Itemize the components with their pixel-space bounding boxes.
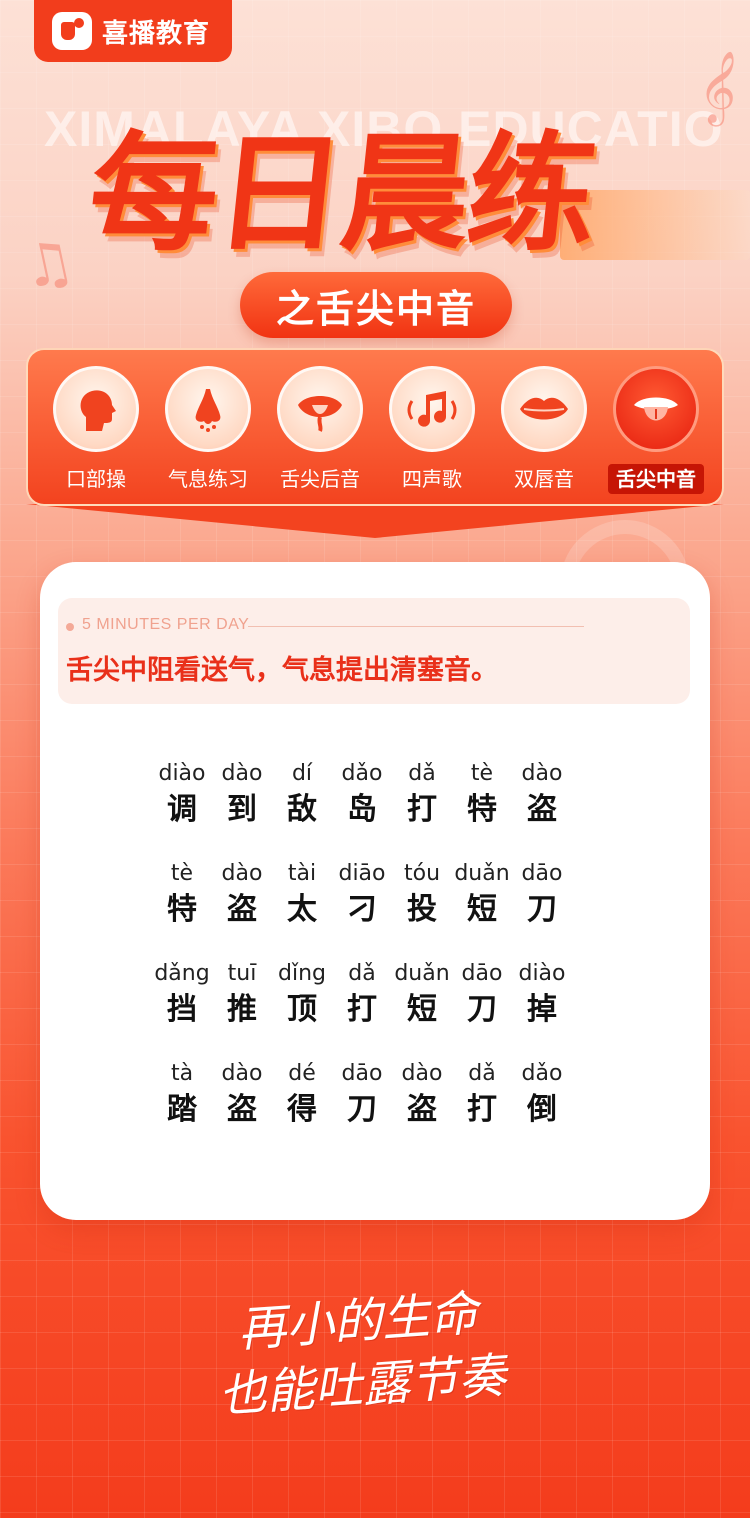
category-label: 气息练习 [168,467,248,491]
brand-logo[interactable]: 喜播教育 [34,0,232,62]
practice-card: 5 MINUTES PER DAY 舌尖中阻看送气，气息提出清塞音。 diào 调… [40,562,710,1220]
category-item[interactable]: 舌尖后音 [265,366,375,494]
category-item[interactable]: 口部操 [41,366,151,494]
word-item: dào 盗 [502,758,582,830]
tip-english: 5 MINUTES PER DAY [82,616,250,633]
hanzi: 掉 [527,992,557,1027]
tip-chinese: 舌尖中阻看送气，气息提出清塞音。 [66,655,498,686]
pinyin: diào [518,961,566,986]
brand-mark-icon [52,12,92,50]
head-profile-icon [53,366,139,452]
hero-subtitle: 之舌尖中音 [240,272,512,338]
category-label: 四声歌 [402,467,462,491]
category-label: 舌尖中音 [608,464,704,494]
nose-icon [165,366,251,452]
music-clef-icon: 𝄞 [693,47,744,127]
slogan: 再小的生命 也能吐露节奏 [212,1276,560,1427]
category-list: 口部操 气息练习 舌尖后音 四声歌 双唇音 舌尖中音 [26,366,724,496]
category-item[interactable]: 四声歌 [377,366,487,494]
category-item-active[interactable]: 舌尖中音 [601,366,711,494]
tip-box: 5 MINUTES PER DAY 舌尖中阻看送气，气息提出清塞音。 [58,598,690,704]
word-row: tà 踏 dào 盗 dé 得 dāo 刀 dào 盗 dǎ 打 dǎo 倒 [167,1058,592,1158]
word-item: dǎo 倒 [502,1058,582,1130]
brand-name: 喜播教育 [102,18,211,49]
word-row: dǎng 挡 tuī 推 dǐng 顶 dǎ 打 duǎn 短 dāo 刀 diào 掉 [154,958,592,1058]
category-label: 口部操 [66,467,126,491]
pinyin: dào [521,761,563,786]
music-note-icon [389,366,475,452]
word-item: dāo 刀 [502,858,582,930]
tip-dot [66,623,74,631]
pinyin: dǎo [521,1061,563,1086]
music-note-icon: ♫ [15,225,81,303]
hanzi: 刀 [527,892,557,927]
tip-divider [248,626,584,627]
category-item[interactable]: 双唇音 [489,366,599,494]
hanzi: 倒 [527,1092,557,1127]
word-row: diào 调 dào 到 dí 敌 dǎo 岛 dǎ 打 tè 特 dào 盗 [158,758,592,858]
pinyin: dāo [521,861,563,886]
word-grid: diào 调 dào 到 dí 敌 dǎo 岛 dǎ 打 tè 特 dào 盗 tè 特 dào… [154,758,592,1158]
category-item[interactable]: 气息练习 [153,366,263,494]
word-item: diào 掉 [502,958,582,1030]
tongue-out-icon [613,366,699,452]
lips-icon [501,366,587,452]
category-label: 舌尖后音 [280,467,360,491]
hanzi: 盗 [527,792,557,827]
category-label: 双唇音 [514,467,574,491]
tongue-mouth-icon [277,366,363,452]
word-row: tè 特 dào 盗 tài 太 diāo 刁 tóu 投 duǎn 短 dāo 刀 [167,858,592,958]
hero-title: 每日晨练 [82,120,602,269]
